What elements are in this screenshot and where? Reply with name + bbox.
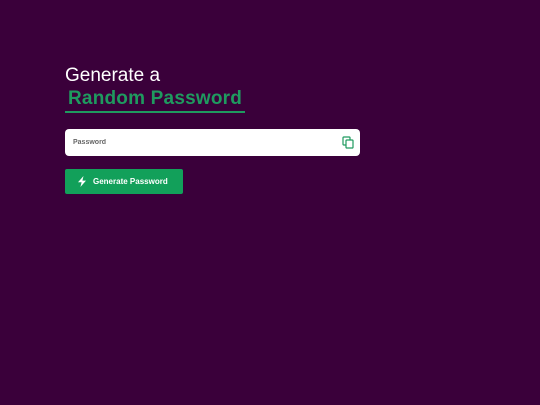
copy-icon <box>342 136 354 149</box>
generate-password-button[interactable]: Generate Password <box>65 169 183 194</box>
password-input[interactable] <box>65 129 325 156</box>
generator-panel: Generate a Random Password Generate Pass… <box>65 66 360 194</box>
copy-button[interactable] <box>342 136 354 149</box>
bolt-icon <box>78 176 86 187</box>
heading-line-1: Generate a <box>65 65 161 86</box>
generate-button-label: Generate Password <box>93 177 168 186</box>
password-field <box>65 129 360 156</box>
heading-line-2: Random Password <box>65 88 246 113</box>
